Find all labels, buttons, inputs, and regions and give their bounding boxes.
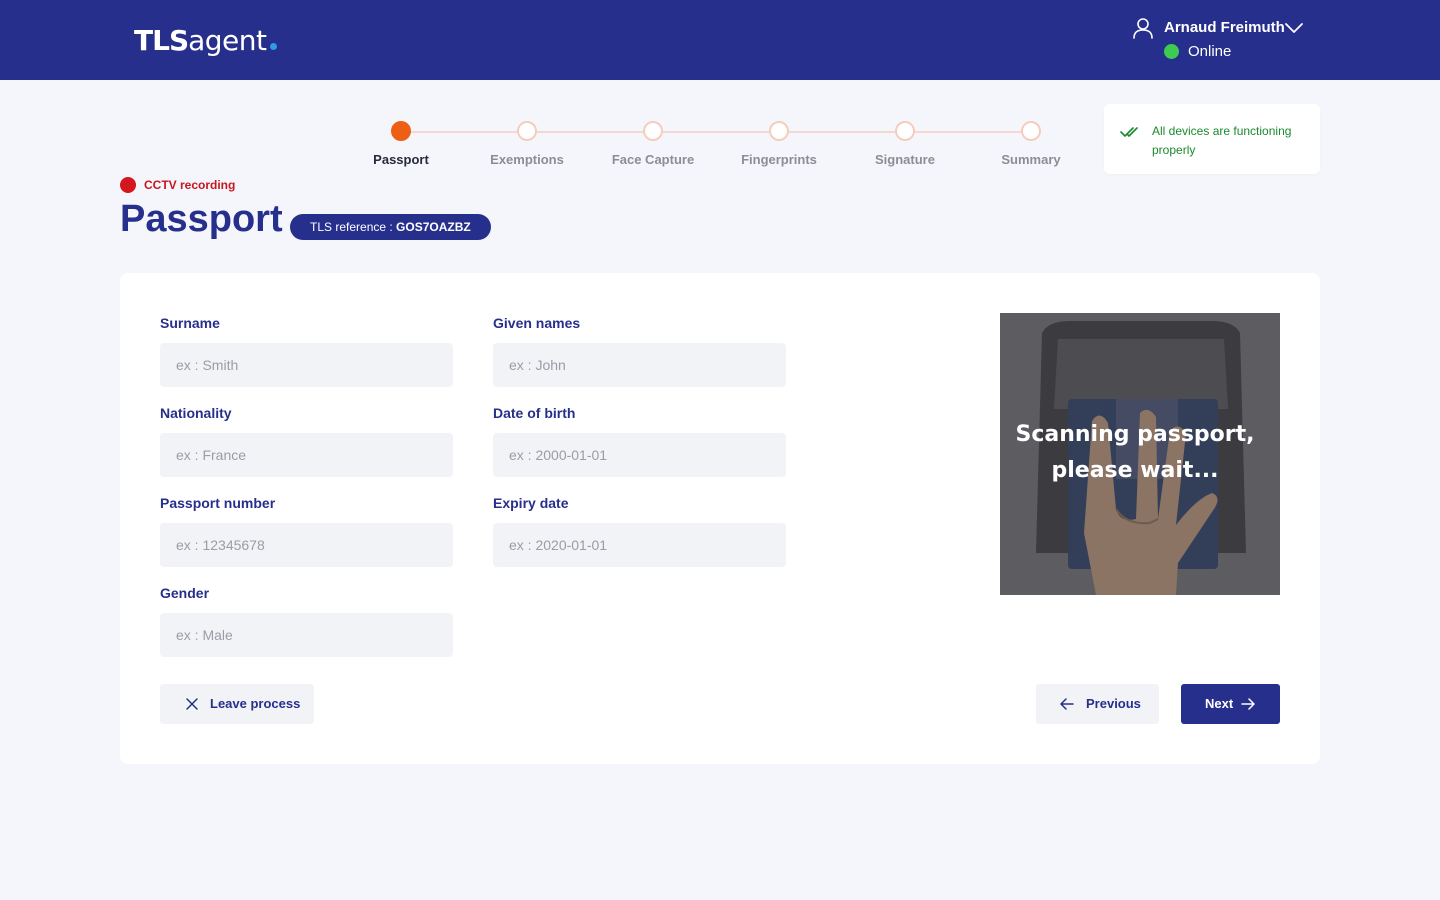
date-of-birth-input[interactable] (493, 433, 786, 477)
scan-status-text: Scanning passport, please wait... (1000, 417, 1270, 489)
cctv-text: CCTV recording (144, 178, 236, 192)
recording-dot (120, 177, 136, 193)
top-header: TLSagent Arnaud Freimuth Online (0, 0, 1440, 80)
app-logo[interactable]: TLSagent (134, 24, 277, 57)
user-name: Arnaud Freimuth (1164, 19, 1285, 36)
step-label: Summary (1001, 152, 1061, 167)
scanner-preview: Scanning passport, please wait... (1000, 313, 1280, 595)
leave-process-label: Leave process (210, 696, 301, 711)
surname-label: Surname (160, 315, 220, 331)
double-check-icon (1120, 127, 1138, 137)
given-names-label: Given names (493, 315, 581, 331)
step-signature[interactable]: Signature (845, 121, 965, 167)
device-status-text: All devices are functioning properly (1152, 124, 1292, 157)
expiry-date-label: Expiry date (493, 495, 569, 511)
progress-stepper: Passport Exemptions Face Capture Fingerp… (360, 118, 1080, 178)
device-status-card: All devices are functioning properly (1104, 104, 1320, 174)
logo-dot (269, 43, 277, 50)
surname-input[interactable] (160, 343, 453, 387)
expiry-date-input[interactable] (493, 523, 786, 567)
next-button[interactable]: Next (1181, 684, 1280, 724)
user-icon (1133, 18, 1153, 39)
step-label: Fingerprints (741, 152, 817, 167)
online-status-text: Online (1188, 43, 1232, 60)
previous-button[interactable]: Previous (1036, 684, 1159, 724)
chevron-down-icon[interactable] (1284, 21, 1304, 35)
passport-number-label: Passport number (160, 495, 276, 511)
scan-status-line: please wait... (1051, 458, 1219, 483)
step-indicator (517, 121, 537, 141)
leave-process-button[interactable]: Leave process (160, 684, 314, 724)
date-of-birth-label: Date of birth (493, 405, 576, 421)
step-label: Exemptions (490, 152, 564, 167)
user-menu[interactable]: Arnaud Freimuth Online (1132, 17, 1312, 67)
gender-label: Gender (160, 585, 210, 601)
nationality-label: Nationality (160, 405, 232, 421)
nationality-input[interactable] (160, 433, 453, 477)
passport-number-input[interactable] (160, 523, 453, 567)
step-indicator (643, 121, 663, 141)
reference-label: TLS reference : (310, 220, 397, 234)
scan-status-line: Scanning passport, (1015, 422, 1255, 447)
close-icon (186, 698, 198, 710)
given-names-input[interactable] (493, 343, 786, 387)
online-status-dot (1164, 44, 1179, 59)
previous-label: Previous (1086, 696, 1141, 711)
step-passport[interactable]: Passport (341, 121, 461, 167)
tls-reference-badge: TLS reference : GOS7OAZBZ (290, 214, 491, 240)
page-title: Passport (120, 198, 283, 240)
reference-value: GOS7OAZBZ (396, 220, 471, 234)
arrow-left-icon (1060, 698, 1074, 710)
logo-bold-text: TLS (134, 24, 189, 57)
step-fingerprints[interactable]: Fingerprints (719, 121, 839, 167)
arrow-right-icon (1241, 698, 1255, 710)
step-label: Face Capture (611, 152, 695, 167)
step-label: Passport (373, 152, 429, 167)
passport-form-card: Surname Given names Nationality Date of … (120, 273, 1320, 764)
step-indicator (895, 121, 915, 141)
step-face-capture[interactable]: Face Capture (593, 121, 713, 167)
next-label: Next (1205, 696, 1234, 711)
step-indicator (1021, 121, 1041, 141)
gender-input[interactable] (160, 613, 453, 657)
step-indicator-active (391, 121, 411, 141)
step-indicator (769, 121, 789, 141)
step-label: Signature (875, 152, 935, 167)
logo-light-text: agent (188, 24, 267, 57)
step-summary[interactable]: Summary (971, 121, 1091, 167)
step-exemptions[interactable]: Exemptions (467, 121, 587, 167)
